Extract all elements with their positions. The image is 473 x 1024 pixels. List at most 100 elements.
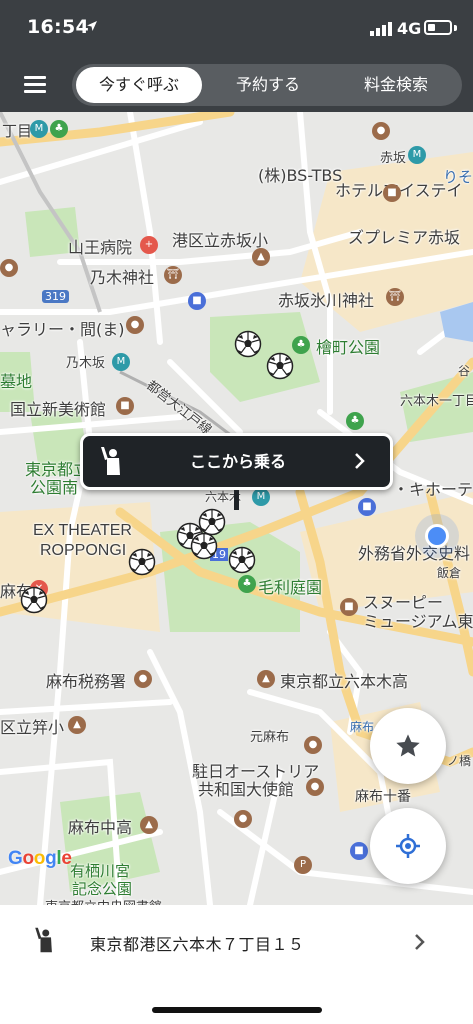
taxi-marker-ball-icon[interactable] [266, 352, 294, 380]
shop-icon: ■ [350, 842, 368, 860]
network-type: 4G [397, 19, 422, 38]
menu-icon[interactable] [22, 72, 50, 98]
shop-icon: ■ [358, 498, 376, 516]
park-icon: ♣ [50, 120, 68, 138]
station-icon: M [112, 353, 130, 371]
map-label: 乃木神社 [90, 268, 155, 287]
shrine-icon: ⛩ [386, 288, 404, 306]
map-label: ROPPONGI [40, 542, 127, 559]
map-label: 毛利庭園 [258, 578, 323, 597]
pickup-address: 東京都港区六本木７丁目１５ [90, 935, 305, 954]
hail-person-icon [35, 927, 52, 953]
map-label: 麻布十番 [355, 789, 411, 805]
map-label: 丁目 [2, 122, 33, 140]
map-label: 麻布 [350, 720, 375, 734]
pickup-here-label: ここから乗る [189, 452, 286, 471]
status-bar: 16:54 4G [0, 0, 473, 60]
place-icon: ● [134, 670, 152, 688]
map-label: 東京都立中央図書館 [45, 896, 162, 905]
park-icon: ♣ [292, 336, 310, 354]
hail-person-icon [101, 447, 120, 475]
taxi-marker-ball-icon[interactable] [234, 330, 262, 358]
battery-level [428, 24, 435, 31]
favorites-button[interactable] [370, 708, 446, 784]
map-label: 元麻布 [250, 730, 290, 745]
map-label: EX THEATER [33, 522, 132, 539]
chevron-right-icon [415, 934, 425, 950]
school-icon: ▲ [257, 670, 275, 688]
shop-icon: ■ [188, 292, 206, 310]
taxi-marker-ball-icon[interactable] [228, 546, 256, 574]
pickup-address-row[interactable]: 東京都港区六本木７丁目１５ [0, 905, 473, 979]
shrine-icon: ⛩ [164, 266, 182, 284]
route-shield: 319 [42, 290, 69, 303]
map-label: 六本木一丁目 [400, 394, 473, 409]
chevron-right-icon [355, 453, 365, 469]
tab-call-now[interactable]: 今すぐ呼ぶ [76, 67, 202, 103]
tab-reserve[interactable]: 予約する [206, 67, 330, 103]
pickup-here-button[interactable]: ここから乗る [80, 433, 393, 490]
map-label: 谷 [458, 364, 471, 378]
map-label: ズプレミア赤坂 [348, 228, 461, 247]
park-icon: ♣ [238, 575, 256, 593]
map-view[interactable]: 丁目 赤坂 りそ (株)BS-TBS ホテルマイステイ ズプレミア赤坂 山王病院… [0, 112, 473, 905]
mode-tabs: 今すぐ呼ぶ 予約する 料金検索 [72, 64, 462, 106]
museum-icon: ■ [116, 397, 134, 415]
school-icon: ▲ [140, 816, 158, 834]
battery-icon [424, 20, 452, 35]
map-label: ノ橋 [447, 754, 472, 768]
current-location-dot [425, 524, 449, 548]
taxi-marker-ball-icon[interactable] [20, 586, 48, 614]
home-indicator [152, 1007, 322, 1013]
hotel-icon: ■ [383, 184, 401, 202]
station-icon: M [252, 488, 270, 506]
park-icon: ♣ [346, 412, 364, 430]
place-icon: ● [306, 778, 324, 796]
school-icon: ▲ [252, 248, 270, 266]
map-label: (株)BS-TBS [258, 166, 343, 185]
map-label: 港区立赤坂小 [172, 231, 269, 250]
map-label: 共和国大使館 [198, 780, 295, 799]
map-label: 赤坂 [380, 151, 407, 166]
place-icon: ● [0, 259, 18, 277]
taxi-marker-ball-icon[interactable] [128, 548, 156, 576]
location-arrow-icon [87, 21, 97, 31]
school-icon: ▲ [68, 716, 86, 734]
parking-icon: P [294, 856, 312, 874]
map-label: 飯倉 [437, 566, 462, 580]
google-logo: Google [8, 848, 72, 869]
map-label: 麻布中高 [68, 818, 133, 837]
map-label: 東京都立六本木高 [280, 672, 409, 691]
map-label: 墓地 [0, 372, 33, 391]
map-label: ミュージアム東 [363, 612, 473, 631]
star-icon [396, 734, 420, 757]
station-icon: M [408, 146, 426, 164]
place-icon: ● [234, 810, 252, 828]
map-label: 山王病院 [68, 238, 133, 257]
map-label: ャラリー・間(ま) [0, 320, 125, 339]
map-label: 赤坂氷川神社 [278, 291, 375, 310]
crosshair-icon [396, 834, 420, 858]
pickup-pin-stem [234, 490, 239, 510]
map-label: 外務省外交史料 [358, 544, 471, 563]
map-label: 檜町公園 [316, 338, 381, 357]
map-label: 区立笄小 [0, 718, 65, 737]
my-location-button[interactable] [370, 808, 446, 884]
map-label: 公園南 [30, 478, 79, 497]
place-icon: ● [372, 122, 390, 140]
battery-tip [454, 25, 457, 31]
signal-icon [370, 22, 392, 36]
station-icon: M [30, 120, 48, 138]
map-label: 国立新美術館 [10, 400, 107, 419]
hospital-icon: + [140, 236, 158, 254]
taxi-marker-ball-icon[interactable] [190, 532, 218, 560]
tab-fare-search[interactable]: 料金検索 [334, 67, 458, 103]
museum-icon: ■ [340, 598, 358, 616]
app-header: 今すぐ呼ぶ 予約する 料金検索 [0, 60, 473, 112]
map-label: 麻布税務署 [46, 672, 127, 691]
status-time: 16:54 [27, 16, 89, 38]
place-icon: ● [126, 316, 144, 334]
map-label: 乃木坂 [66, 356, 106, 371]
map-label: ・キホーテ [393, 480, 473, 499]
place-icon: ● [304, 736, 322, 754]
